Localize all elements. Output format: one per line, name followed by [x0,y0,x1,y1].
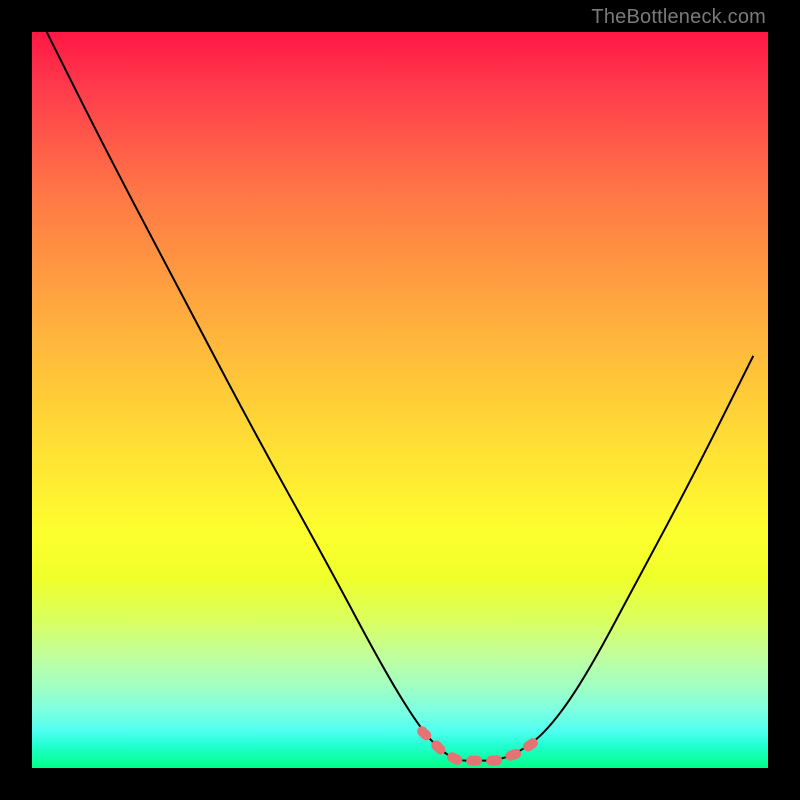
chart-frame: TheBottleneck.com [0,0,800,800]
plot-area [32,32,768,768]
watermark-text: TheBottleneck.com [591,6,766,29]
chart-svg [32,32,768,768]
bottleneck-curve [47,32,754,761]
optimal-zone-marker [422,731,540,760]
